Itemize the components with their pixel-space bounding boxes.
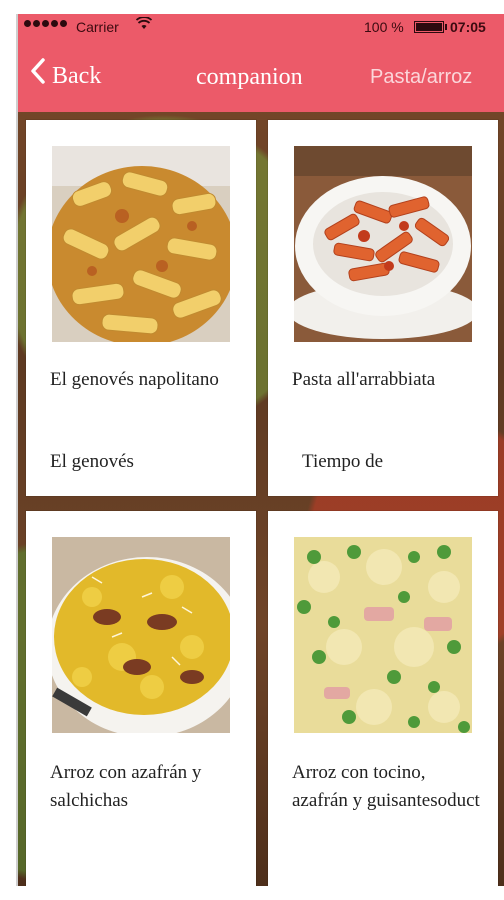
carrier-label: Carrier [76,19,119,35]
nav-row: Back companion Pasta/arroz [18,50,504,106]
back-label: Back [52,62,102,89]
recipe-photo-arroz-tocino [294,537,472,733]
recipe-subtitle: El genovés [50,451,134,472]
app-screen: Carrier 100 % 07:05 Back companion Pasta… [18,14,504,886]
battery-percent: 100 % [364,19,404,35]
navigation-bar: Carrier 100 % 07:05 Back companion Pasta… [18,14,504,112]
category-button[interactable]: Pasta/arroz [370,66,472,89]
recipe-card[interactable]: El genovés napolitano El genovés [26,120,256,496]
battery-nub [445,24,447,30]
recipe-photo-arrabbiata [294,146,472,342]
signal-icon [24,20,67,27]
recipe-name: Arroz con tocino, azafrán y guisantesodu… [292,762,480,811]
recipe-photo-genoves [52,146,230,342]
page-title: companion [196,64,303,90]
recipe-name: Pasta all'arrabbiata [292,369,436,390]
battery-icon [414,21,444,33]
chevron-left-icon [30,58,46,90]
recipe-subtitle: Tiempo de [302,451,384,472]
recipe-name: El genovés napolitano [50,369,219,390]
clock: 07:05 [450,19,486,35]
recipe-photo-arroz-salchichas [52,537,230,733]
recipe-card[interactable]: Pasta all'arrabbiata Tiempo de [268,120,498,496]
recipe-card[interactable]: Arroz con azafrán y salchichas [26,511,256,886]
recipe-card[interactable]: Arroz con tocino, azafrán y guisantesodu… [268,511,498,886]
wifi-icon [135,16,153,34]
recipe-name: Arroz con azafrán y salchichas [50,762,202,811]
status-bar: Carrier 100 % 07:05 [18,14,504,42]
back-button[interactable]: Back [30,58,102,90]
